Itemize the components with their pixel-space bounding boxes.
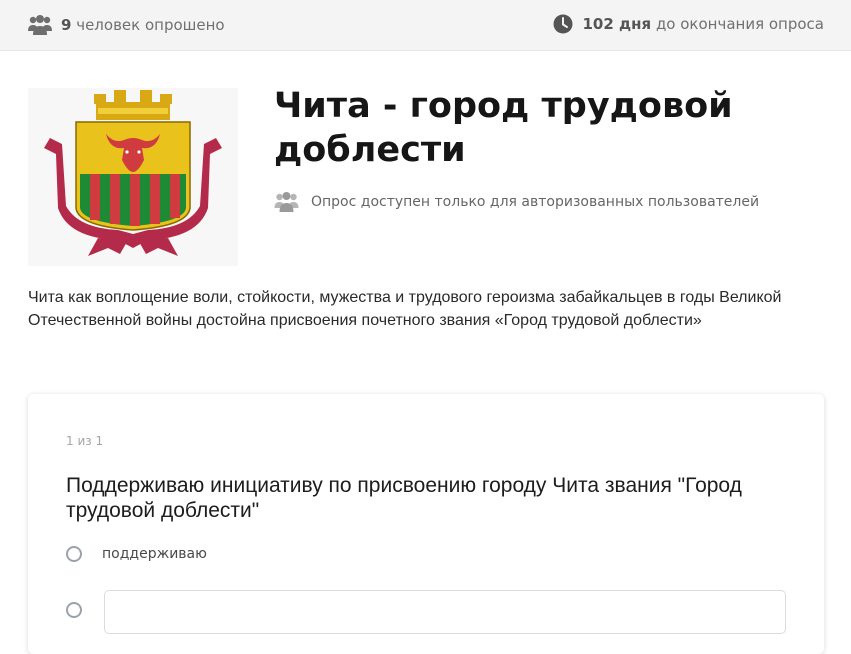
people-icon	[274, 192, 299, 212]
top-bar: 9 человек опрошено 102 дня до окончания …	[0, 0, 851, 51]
poll-description: Чита как воплощение воли, стойкости, муж…	[28, 289, 782, 329]
access-note: Опрос доступен только для авторизованных…	[274, 191, 759, 213]
deadline-info: 102 дня до окончания опроса	[553, 14, 824, 34]
city-emblem	[28, 88, 238, 266]
other-answer-input[interactable]	[104, 590, 786, 634]
option-support[interactable]: поддерживаю	[66, 546, 207, 562]
option-label: поддерживаю	[102, 546, 207, 562]
radio-button[interactable]	[66, 546, 82, 562]
page-title: Чита - город трудовой доблести	[274, 86, 733, 170]
days-count: 102 дня	[582, 15, 652, 33]
clock-icon	[553, 14, 572, 34]
respondents-count: 9	[61, 16, 72, 34]
days-label: до окончания опроса	[655, 15, 824, 33]
coat-of-arms-image	[44, 90, 222, 256]
question-counter: 1 из 1	[66, 434, 104, 448]
access-note-text: Опрос доступен только для авторизованных…	[311, 194, 760, 210]
respondents-label: человек опрошено	[76, 16, 225, 34]
question-text: Поддерживаю инициативу по присвоению гор…	[66, 474, 742, 522]
option-other[interactable]	[66, 602, 82, 618]
respondents-info: 9 человек опрошено	[28, 14, 225, 36]
people-icon	[28, 15, 52, 35]
radio-button[interactable]	[66, 602, 82, 618]
question-card: 1 из 1 Поддерживаю инициативу по присвое…	[28, 394, 824, 654]
